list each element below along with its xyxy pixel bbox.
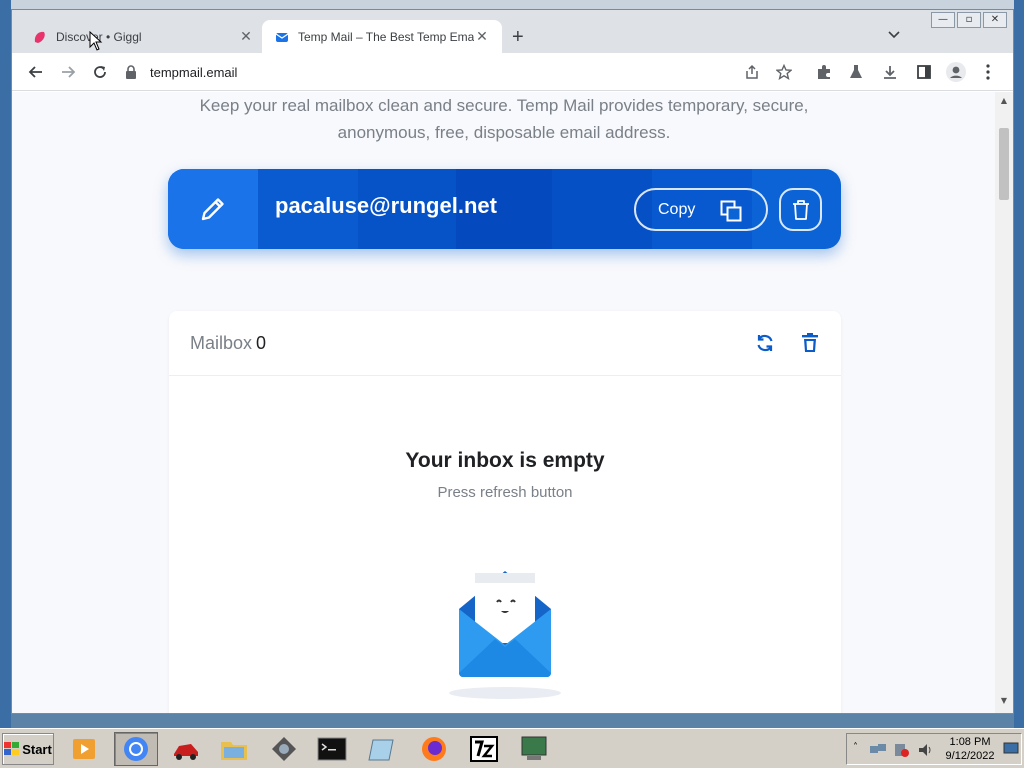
tab-tempmail[interactable]: Temp Mail – The Best Temp Email ✕ (262, 20, 502, 53)
command-prompt-task-icon[interactable] (310, 732, 354, 766)
pencil-icon (201, 198, 224, 221)
edit-address-button[interactable] (168, 169, 258, 249)
lead-line-2: anonymous, free, disposable email addres… (337, 123, 671, 142)
refresh-icon (757, 334, 773, 352)
file-explorer-task-icon[interactable] (212, 732, 256, 766)
tab-strip: Discover • Giggl ✕ Temp Mail – The Best … (12, 10, 1013, 53)
tab-search-chevron-icon[interactable] (888, 28, 900, 42)
page-content: Keep your real mailbox clean and secure.… (12, 92, 996, 713)
lead-line-1: Keep your real mailbox clean and secure.… (199, 96, 809, 115)
scroll-down-arrow-icon[interactable]: ▼ (999, 696, 1009, 705)
tray-expand-chevron-icon[interactable]: ˄ (853, 742, 858, 753)
browser-toolbar: tempmail.email (12, 53, 1013, 91)
windows-logo-icon (4, 742, 20, 755)
system-monitor-task-icon[interactable] (512, 732, 556, 766)
email-address-bar: pacaluse@rungel.net Copy (168, 169, 841, 249)
window-controls: — ▫ ✕ (931, 12, 1007, 28)
side-panel-icon[interactable] (914, 62, 934, 82)
show-desktop-icon[interactable] (1003, 742, 1019, 756)
reload-icon[interactable] (90, 62, 110, 82)
desktop-left (0, 0, 11, 728)
tab-title: Discover • Giggl (56, 29, 142, 44)
notepad-task-icon[interactable] (360, 732, 404, 766)
empty-envelope-illustration (449, 571, 561, 699)
chrome-task-icon[interactable] (114, 732, 158, 766)
email-address-text[interactable]: pacaluse@rungel.net (275, 193, 497, 219)
back-arrow-icon[interactable] (26, 62, 46, 82)
trash-icon (802, 333, 818, 352)
close-window-button[interactable]: ✕ (983, 12, 1007, 28)
url-text: tempmail.email (150, 64, 238, 80)
mailbox-title: Mailbox 0 (190, 333, 266, 354)
maximize-button[interactable]: ▫ (957, 12, 981, 28)
tab-close-icon[interactable]: ✕ (238, 29, 254, 45)
firefox-task-icon[interactable] (412, 732, 456, 766)
address-bar[interactable]: tempmail.email (124, 57, 804, 87)
tempmail-favicon-icon (275, 32, 289, 42)
trash-icon (792, 199, 809, 220)
media-player-task-icon[interactable] (62, 732, 106, 766)
clock-date: 9/12/2022 (945, 750, 995, 762)
scroll-thumb[interactable] (999, 128, 1009, 200)
mailbox-label: Mailbox (190, 333, 253, 353)
share-icon[interactable] (742, 62, 762, 82)
mailbox-count: 0 (256, 333, 267, 353)
refresh-button[interactable] (755, 333, 775, 357)
browser-window: Discover • Giggl ✕ Temp Mail – The Best … (11, 9, 1014, 714)
tab-giggl[interactable]: Discover • Giggl ✕ (20, 20, 266, 53)
menu-kebab-icon[interactable] (978, 62, 998, 82)
mouse-cursor-icon (89, 31, 103, 51)
mailbox-panel: Mailbox 0 Your inbox is empty Press refre… (169, 311, 841, 713)
lock-icon (126, 65, 136, 79)
minimize-button[interactable]: — (931, 12, 955, 28)
system-tray: ˄ 1:08 PM 9/12/2022 (846, 733, 1022, 765)
bookmark-star-icon[interactable] (774, 62, 794, 82)
network-tray-icon[interactable] (869, 742, 887, 758)
delete-address-button[interactable] (779, 188, 822, 231)
copy-icon (720, 200, 742, 222)
giggl-favicon-icon (34, 31, 45, 43)
copy-button[interactable]: Copy (634, 188, 768, 231)
lead-paragraph: Keep your real mailbox clean and secure.… (152, 92, 856, 146)
desktop-right (1014, 0, 1024, 728)
empty-inbox-title: Your inbox is empty (405, 449, 605, 472)
volume-tray-icon[interactable] (917, 742, 935, 758)
scroll-up-arrow-icon[interactable]: ▲ (999, 96, 1009, 105)
taskbar: Start ˄ 1:08 PM 9/12/2022 (0, 728, 1024, 768)
start-label: Start (22, 741, 52, 757)
network-tool-task-icon[interactable] (262, 732, 306, 766)
clock-time: 1:08 PM (949, 736, 991, 748)
security-alert-tray-icon[interactable] (893, 742, 911, 758)
page-scrollbar[interactable]: ▲ ▼ (995, 92, 1013, 713)
profile-avatar-icon[interactable] (946, 62, 966, 82)
start-button[interactable]: Start (2, 733, 54, 765)
download-icon[interactable] (880, 62, 900, 82)
new-tab-button[interactable]: + (512, 26, 524, 49)
clock[interactable]: 1:08 PM 9/12/2022 (941, 735, 999, 763)
delete-all-button[interactable] (801, 333, 819, 357)
forward-arrow-icon[interactable] (58, 62, 78, 82)
mailbox-header: Mailbox 0 (169, 311, 841, 376)
race-car-task-icon[interactable] (164, 732, 208, 766)
7zip-task-icon[interactable] (462, 732, 506, 766)
copy-label: Copy (658, 200, 696, 218)
labs-flask-icon[interactable] (846, 62, 866, 82)
empty-inbox-subtitle: Press refresh button (437, 484, 573, 501)
extensions-icon[interactable] (814, 62, 834, 82)
tab-title: Temp Mail – The Best Temp Email (298, 29, 474, 44)
tab-close-icon[interactable]: ✕ (474, 29, 490, 45)
